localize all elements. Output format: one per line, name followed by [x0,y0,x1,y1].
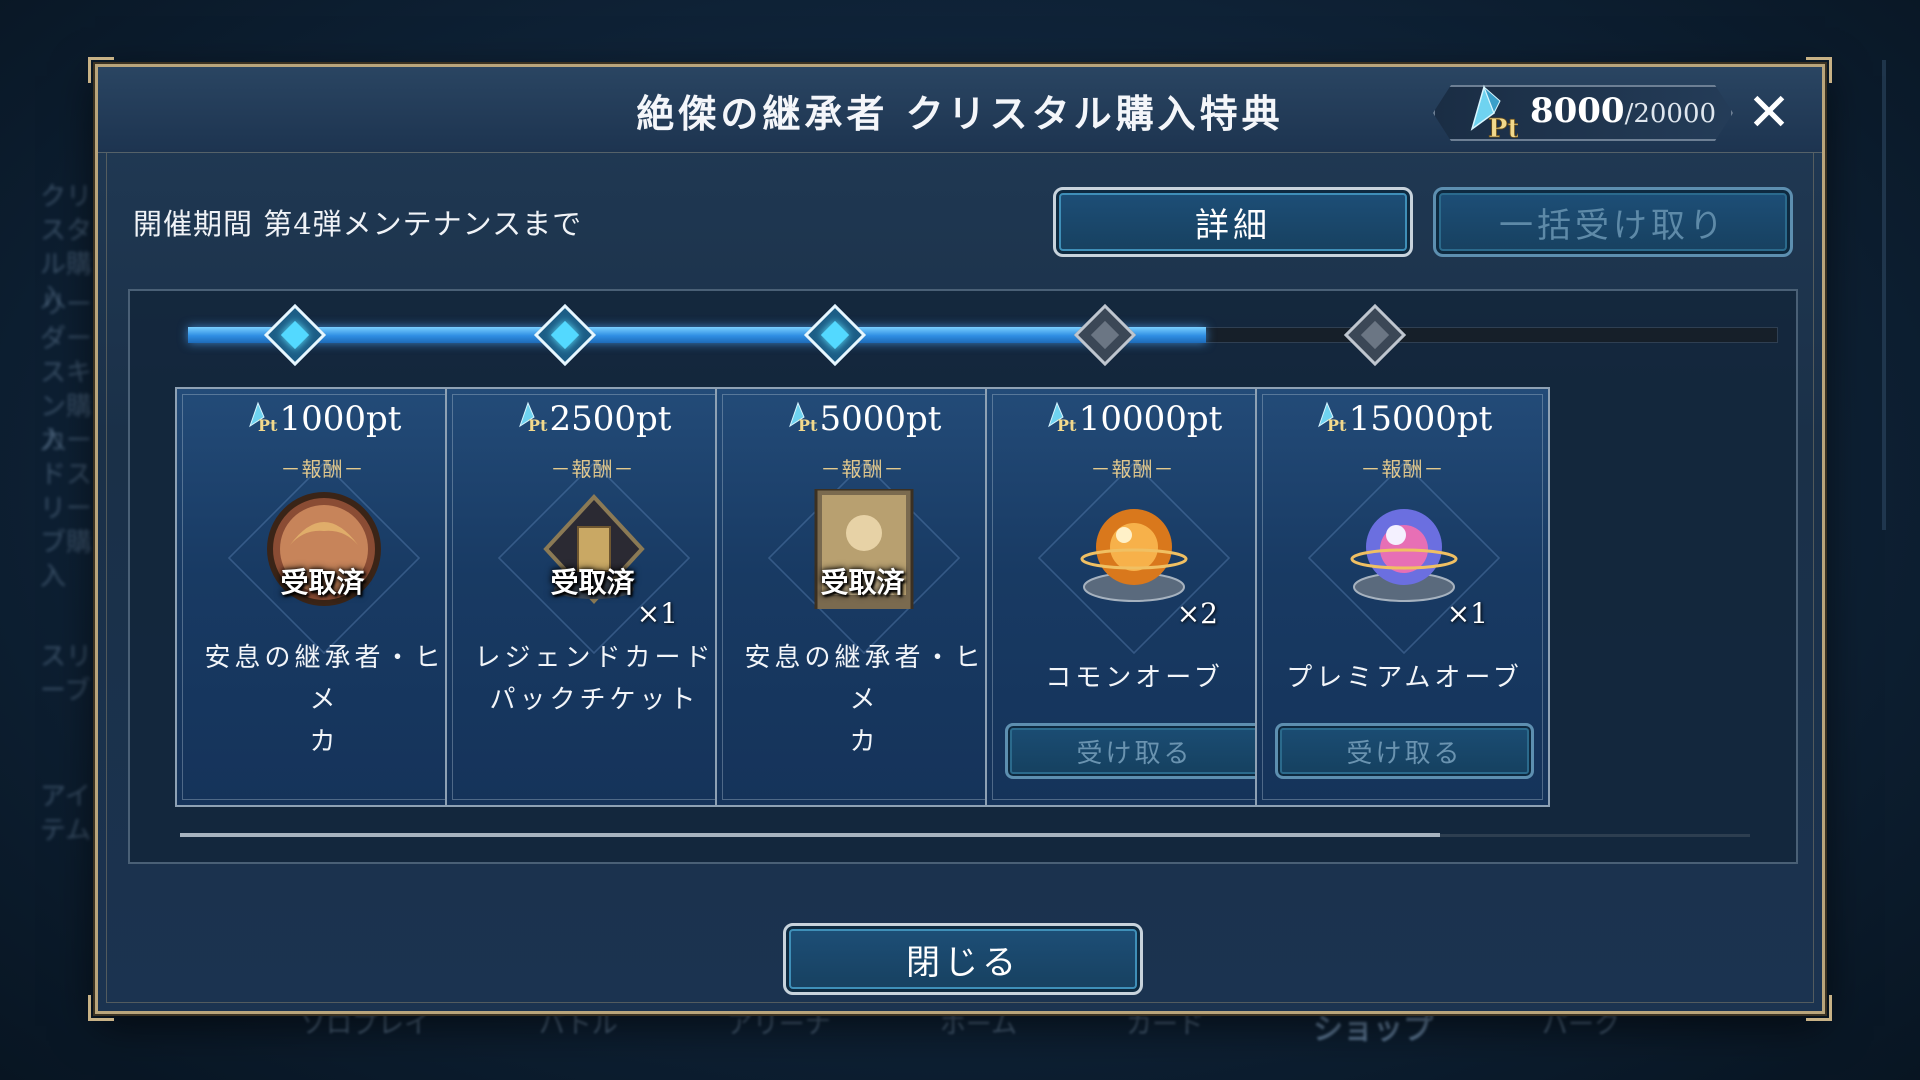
close-button[interactable]: 閉じる [783,923,1143,995]
reward-points: Pt 1000pt [177,399,468,439]
reward-name: 安息の継承者・ヒメ カ [735,637,994,763]
reward-points-value: 1000pt [279,399,402,439]
frame-corner [1806,995,1832,1021]
svg-text:Pt: Pt [1327,416,1347,434]
milestone-marker [1343,303,1407,367]
progress-fill [188,327,1206,343]
reward-name: コモンオーブ [1005,657,1264,699]
reward-name: レジェンドカード パックチケット [465,637,724,721]
reward-card: Pt 5000pt －報酬－ 受取済 安息の継承者・ヒメ カ [715,387,1010,807]
bulk-claim-button[interactable]: 一括受け取り [1433,187,1793,257]
reward-name-line: パックチケット [489,685,700,715]
reward-name-line: コモンオーブ [1045,663,1224,693]
pt-crystal-icon: Pt [1470,84,1518,143]
reward-points: Pt 10000pt [987,399,1278,439]
reward-name: 安息の継承者・ヒメ カ [195,637,454,763]
svg-text:Pt: Pt [528,416,548,434]
reward-points: Pt 2500pt [447,399,738,439]
svg-text:Pt: Pt [258,416,278,434]
event-period: 開催期間 第4弾メンテナンスまで [133,207,583,241]
reward-points-value: 10000pt [1078,399,1223,439]
reward-name-line: カ [309,727,340,757]
claim-button[interactable]: 受け取る [1275,723,1534,779]
common-orb-icon [1080,509,1188,602]
reward-name-line: 安息の継承者・ヒメ [744,643,985,715]
dialog-header: 絶傑の継承者 クリスタル購入特典 Pt 8000/20000 ✕ [98,67,1822,153]
reward-name: プレミアムオーブ [1275,657,1534,699]
frame-corner [88,995,114,1021]
pt-crystal-icon: Pt [1047,401,1077,434]
milestone-marker [803,303,867,367]
milestone-marker [1073,303,1137,367]
claim-button[interactable]: 受け取る [1005,723,1264,779]
points-current: 8000 [1529,91,1625,131]
reward-name-line: プレミアムオーブ [1286,663,1523,693]
received-status: 受取済 [820,566,905,599]
reward-points: Pt 5000pt [717,399,1008,439]
reward-quantity: ×1 [1446,597,1488,630]
close-icon[interactable]: ✕ [1743,87,1795,139]
reward-points-value: 2500pt [549,399,672,439]
svg-text:Pt: Pt [1488,114,1518,143]
rewards-panel: Pt 1000pt －報酬－ 受取済 安息の継承者・ヒメ カ Pt 2500pt －… [128,289,1798,864]
milestone-marker [533,303,597,367]
reward-points-value: 15000pt [1348,399,1493,439]
detail-button[interactable]: 詳細 [1053,187,1413,257]
reward-quantity: ×1 [636,597,678,630]
rewards-scrollbar-thumb[interactable] [180,833,1440,837]
reward-card: Pt 15000pt －報酬－ ×1 プレミアムオーブ 受け取る [1255,387,1550,807]
received-status: 受取済 [280,566,365,599]
received-status: 受取済 [550,566,635,599]
svg-text:Pt: Pt [798,416,818,434]
reward-card: Pt 10000pt －報酬－ ×2 コモンオーブ 受け取る [985,387,1280,807]
reward-quantity: ×2 [1176,597,1218,630]
pt-crystal-icon: Pt [1317,401,1347,434]
reward-card: Pt 2500pt －報酬－ 受取済 ×1 レジェンドカード パックチケット [445,387,740,807]
points-total: /20000 [1624,99,1717,129]
purchase-bonus-dialog: 絶傑の継承者 クリスタル購入特典 Pt 8000/20000 ✕ 開催期間 第4… [88,57,1832,1021]
points-value: 8000/20000 [1523,91,1723,131]
reward-name-line: カ [849,727,880,757]
reward-name-line: レジェンドカード [474,643,715,673]
premium-orb-icon [1350,509,1458,602]
reward-points-value: 5000pt [819,399,942,439]
reward-points: Pt 15000pt [1257,399,1548,439]
reward-name-line: 安息の継承者・ヒメ [204,643,445,715]
reward-card: Pt 1000pt －報酬－ 受取済 安息の継承者・ヒメ カ [175,387,470,807]
pt-crystal-icon: Pt [248,401,278,434]
svg-text:Pt: Pt [1057,416,1077,434]
pt-crystal-icon: Pt [788,401,818,434]
pt-crystal-icon: Pt [518,401,548,434]
milestone-marker [263,303,327,367]
background-scrollbar [1882,60,1886,530]
